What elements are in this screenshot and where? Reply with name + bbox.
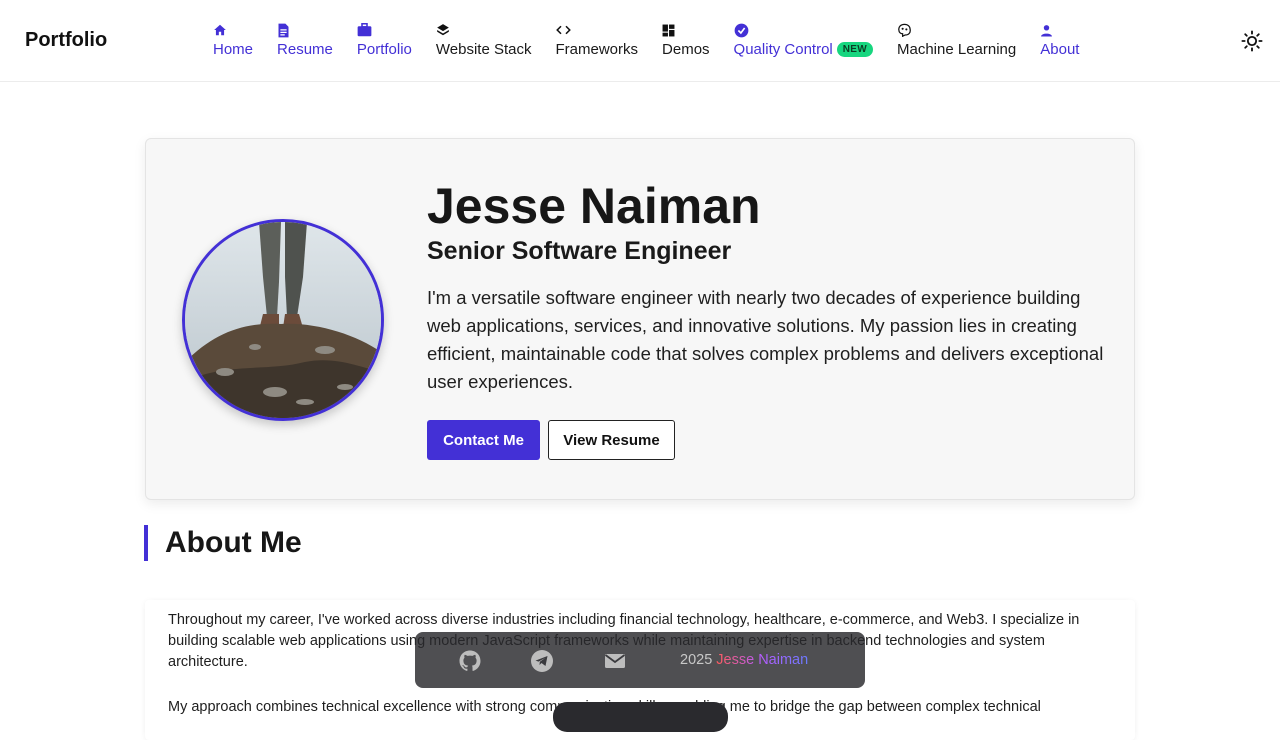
hero-job-title: Senior Software Engineer — [427, 237, 732, 265]
new-badge: NEW — [836, 42, 873, 57]
profile-photo — [182, 219, 384, 421]
bottom-toolbar-tab[interactable] — [553, 702, 728, 732]
hero-name: Jesse Naiman — [427, 178, 761, 234]
nav-label: Frameworks — [555, 41, 639, 58]
nav-label: About — [1040, 41, 1080, 58]
nav-label-with-badge: Quality Control NEW — [734, 41, 873, 58]
theme-toggle-button[interactable] — [1241, 30, 1263, 52]
top-navbar: Portfolio Home Resume Portfolio Website … — [0, 0, 1280, 82]
nav-item-portfolio[interactable]: Portfolio — [357, 22, 412, 58]
main-nav: Home Resume Portfolio Website Stack Fram… — [213, 22, 1079, 58]
hero-bio: I'm a versatile software engineer with n… — [427, 287, 1104, 392]
nav-item-quality-control[interactable]: Quality Control NEW — [734, 22, 873, 58]
verified-badge-icon — [734, 22, 750, 38]
nav-item-website-stack[interactable]: Website Stack — [436, 22, 532, 58]
nav-item-frameworks[interactable]: Frameworks — [555, 22, 639, 58]
footer-dock: 2025 Jesse Naiman — [415, 632, 865, 688]
github-icon[interactable] — [458, 649, 482, 673]
nav-item-home[interactable]: Home — [213, 22, 253, 58]
nav-label: Home — [213, 41, 254, 58]
nav-label: Website Stack — [435, 41, 532, 58]
nav-item-about[interactable]: About — [1040, 22, 1079, 58]
layers-icon — [436, 22, 452, 38]
nav-label: Demos — [662, 41, 710, 58]
nav-label: Portfolio — [356, 41, 412, 58]
nav-label: Quality Control — [733, 41, 833, 58]
nav-label: Machine Learning — [897, 41, 1017, 58]
grid-icon — [662, 22, 678, 38]
nav-item-demos[interactable]: Demos — [662, 22, 710, 58]
brain-icon — [897, 22, 913, 38]
nav-item-machine-learning[interactable]: Machine Learning — [897, 22, 1016, 58]
footer-name: Jesse Naiman — [716, 652, 809, 668]
briefcase-icon — [357, 22, 373, 38]
hero-card: Jesse Naiman Senior Software Engineer I'… — [145, 138, 1135, 500]
about-heading: About Me — [144, 525, 302, 561]
telegram-icon[interactable] — [530, 649, 554, 673]
contact-me-button[interactable]: Contact Me — [427, 420, 540, 460]
code-icon — [555, 22, 572, 38]
footer-copyright: 2025 Jesse Naiman — [680, 652, 808, 668]
site-logo[interactable]: Portfolio — [25, 29, 107, 52]
nav-label: Resume — [277, 41, 333, 58]
nav-item-resume[interactable]: Resume — [277, 22, 333, 58]
user-icon — [1040, 22, 1056, 38]
footer-year: 2025 — [680, 652, 713, 668]
home-icon — [213, 22, 229, 38]
view-resume-button[interactable]: View Resume — [548, 420, 675, 460]
email-icon[interactable] — [603, 649, 627, 673]
document-icon — [277, 22, 293, 38]
sun-icon — [1241, 30, 1263, 56]
